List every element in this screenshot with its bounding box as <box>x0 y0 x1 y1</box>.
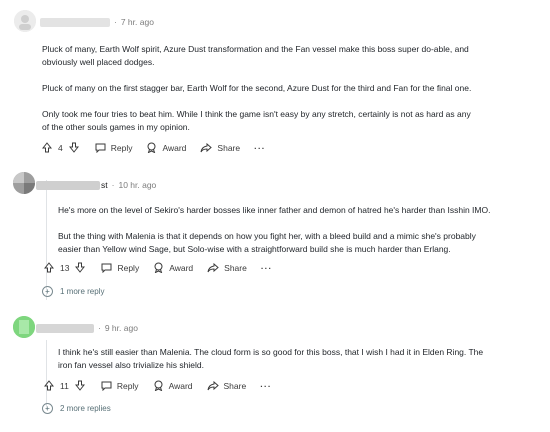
username-blurred[interactable] <box>40 17 110 27</box>
award-button[interactable]: Award <box>153 262 193 273</box>
comment-actions: 4 Reply Award Share ··· <box>42 142 280 153</box>
award-icon <box>154 380 163 391</box>
comment-meta: · 7 hr. ago <box>40 17 154 27</box>
share-icon <box>207 380 219 390</box>
plus-circle-icon: + <box>42 403 53 414</box>
share-button[interactable]: Share <box>207 380 246 391</box>
comment-text: Pluck of many on the first stagger bar, … <box>42 83 472 93</box>
chat-bubble-icon <box>95 143 106 153</box>
upvote-icon[interactable] <box>44 380 54 391</box>
username-tail: st <box>101 180 108 190</box>
comment-text: Only took me four tries to beat him. Whi… <box>42 109 471 119</box>
comment-text: He's more on the level of Sekiro's harde… <box>58 205 491 215</box>
comment-text: easier than Yellow wind Sage, but Solo-w… <box>58 244 451 254</box>
award-icon <box>154 262 163 273</box>
vote-count: 11 <box>60 380 69 391</box>
award-button[interactable]: Award <box>153 380 193 391</box>
comment-timestamp: 7 hr. ago <box>120 17 154 27</box>
avatar[interactable] <box>14 10 36 32</box>
vote-group: 11 <box>44 380 85 391</box>
award-button[interactable]: Award <box>146 142 186 153</box>
more-replies-button[interactable]: + 2 more replies <box>42 403 111 414</box>
username-blurred[interactable] <box>36 180 100 190</box>
comment-text: obviously well placed dodges. <box>42 57 155 67</box>
thread-line <box>46 180 47 300</box>
comment-text: Pluck of many, Earth Wolf spirit, Azure … <box>42 44 469 54</box>
comment-text: But the thing with Malenia is that it de… <box>58 231 476 241</box>
more-options-button[interactable]: ··· <box>261 263 273 273</box>
share-icon <box>207 262 219 272</box>
upvote-icon[interactable] <box>42 142 52 153</box>
plus-circle-icon: + <box>42 286 53 297</box>
upvote-icon[interactable] <box>44 262 54 273</box>
award-icon <box>147 142 156 153</box>
share-button[interactable]: Share <box>207 262 247 273</box>
downvote-icon[interactable] <box>68 142 79 153</box>
comment-text: of the other souls games in my opinion. <box>42 122 190 132</box>
comment-text: I think he's still easier than Malenia. … <box>58 347 484 357</box>
reply-button[interactable]: Reply <box>101 263 139 273</box>
username-blurred[interactable] <box>36 323 94 333</box>
vote-group: 13 <box>44 262 86 273</box>
reply-button[interactable]: Reply <box>95 143 132 153</box>
vote-count: 13 <box>60 262 70 273</box>
comment-meta: · 9 hr. ago <box>36 323 138 333</box>
downvote-icon[interactable] <box>74 380 85 391</box>
share-button[interactable]: Share <box>200 142 240 153</box>
chat-bubble-icon <box>101 263 112 273</box>
more-replies-button[interactable]: + 1 more reply <box>42 286 104 297</box>
thread-line <box>46 340 47 410</box>
comment-actions: 13 Reply Award Share ··· <box>44 262 286 273</box>
chat-bubble-icon <box>101 381 112 391</box>
vote-group: 4 <box>42 142 79 153</box>
comment-meta: st · 10 hr. ago <box>36 180 156 190</box>
reply-button[interactable]: Reply <box>101 381 139 391</box>
comment-timestamp: 9 hr. ago <box>104 323 138 333</box>
vote-count: 4 <box>58 142 63 153</box>
downvote-icon[interactable] <box>75 262 86 273</box>
comment-text: iron fan vessel also trivialize his shie… <box>58 360 204 370</box>
share-icon <box>200 142 213 152</box>
more-options-button[interactable]: ··· <box>254 143 266 153</box>
comment-timestamp: 10 hr. ago <box>118 180 157 190</box>
comment-actions: 11 Reply Award Share ··· <box>44 380 286 391</box>
avatar[interactable] <box>13 316 35 338</box>
avatar[interactable] <box>13 172 35 194</box>
more-options-button[interactable]: ··· <box>260 381 272 391</box>
